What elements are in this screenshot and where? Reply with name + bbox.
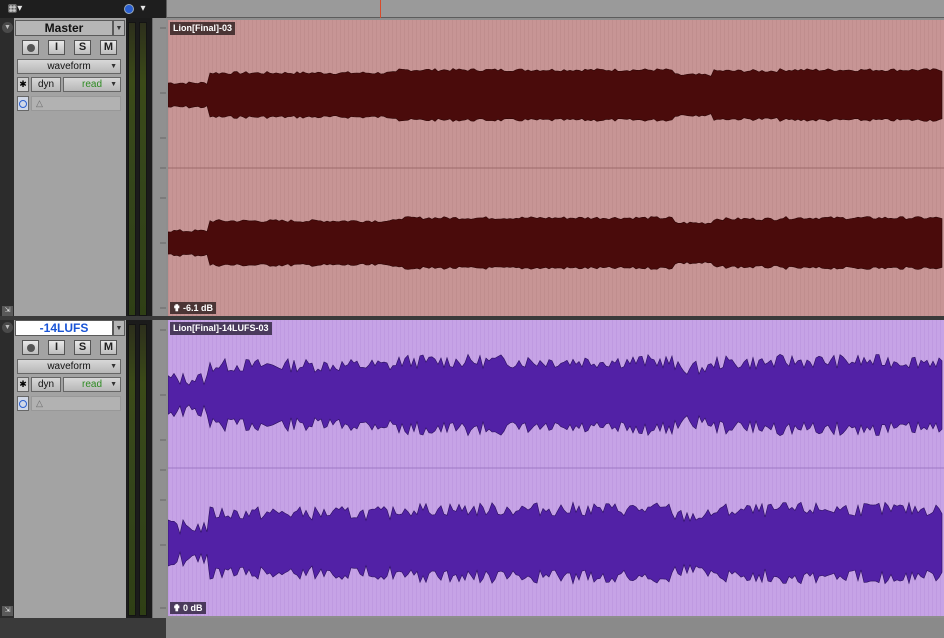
track-edge bbox=[0, 18, 14, 318]
playhead-marker[interactable] bbox=[380, 0, 381, 18]
track-view-label: waveform bbox=[47, 61, 91, 72]
track-options-icon[interactable]: ▼ bbox=[2, 322, 13, 333]
track-edge bbox=[0, 320, 14, 618]
record-icon bbox=[26, 44, 35, 52]
elastic-audio-icon[interactable]: ✱ bbox=[17, 77, 29, 92]
clip-name-label: Lion[Final]-14LUFS-03 bbox=[170, 322, 272, 335]
clip-gain-value: -6.1 dB bbox=[183, 303, 214, 313]
track-view-selector[interactable]: waveform ▼ bbox=[17, 59, 121, 74]
grid-view-icon[interactable]: ▦▾ bbox=[2, 1, 28, 17]
input-monitor-button[interactable]: I bbox=[48, 340, 65, 355]
clip-name-label: Lion[Final]-03 bbox=[170, 22, 235, 35]
clip-gain-value: 0 dB bbox=[183, 603, 203, 613]
chevron-down-icon[interactable]: ▾ bbox=[136, 1, 150, 17]
chevron-down-icon: ▼ bbox=[110, 381, 117, 388]
track-name-dropdown[interactable]: ▼ bbox=[113, 320, 125, 336]
track-view-selector[interactable]: waveform ▼ bbox=[17, 359, 121, 374]
elastic-audio-icon[interactable]: ✱ bbox=[17, 377, 29, 392]
automation-mode-label: read bbox=[81, 79, 102, 90]
waveform-lufs bbox=[168, 320, 944, 616]
comments-field[interactable]: △ bbox=[31, 396, 121, 411]
solo-button[interactable]: S bbox=[74, 40, 91, 55]
automation-mode-selector[interactable]: read ▼ bbox=[63, 77, 121, 92]
automation-mode-label: read bbox=[81, 379, 102, 390]
record-arm-button[interactable] bbox=[22, 340, 39, 355]
chevron-down-icon: ▼ bbox=[110, 81, 117, 88]
audio-clip-lufs[interactable] bbox=[168, 320, 944, 616]
level-meter-left bbox=[128, 22, 136, 316]
track-name-field[interactable]: Master bbox=[15, 20, 113, 36]
record-icon bbox=[26, 344, 35, 352]
level-meter-right bbox=[139, 324, 147, 616]
playlist-icon[interactable] bbox=[17, 96, 29, 111]
waveform-channel bbox=[168, 216, 943, 270]
record-arm-button[interactable] bbox=[22, 40, 39, 55]
track-name-field[interactable]: -14LUFS bbox=[15, 320, 113, 336]
bottom-left-area bbox=[0, 618, 166, 638]
automation-mode-selector[interactable]: read ▼ bbox=[63, 377, 121, 392]
dyn-button[interactable]: dyn bbox=[31, 77, 61, 92]
level-meter-left bbox=[128, 324, 136, 616]
input-monitor-button[interactable]: I bbox=[48, 40, 65, 55]
mute-button[interactable]: M bbox=[100, 340, 117, 355]
dyn-button[interactable]: dyn bbox=[31, 377, 61, 392]
track-resize-icon[interactable]: ⇲ bbox=[2, 306, 13, 316]
track-view-label: waveform bbox=[47, 361, 91, 372]
track-resize-icon[interactable]: ⇲ bbox=[2, 606, 13, 616]
clip-gain-label[interactable]: ✟ 0 dB bbox=[170, 602, 206, 614]
comments-field[interactable]: △ bbox=[31, 96, 121, 111]
track-name-dropdown[interactable]: ▼ bbox=[113, 20, 125, 36]
chevron-down-icon: ▼ bbox=[110, 63, 117, 70]
scale-ticks bbox=[160, 27, 166, 309]
level-meter-right bbox=[139, 22, 147, 316]
solo-button[interactable]: S bbox=[74, 340, 91, 355]
waveform-channel bbox=[168, 68, 943, 122]
audio-clip-master[interactable] bbox=[168, 20, 944, 316]
clip-gain-label[interactable]: ✟ -6.1 dB bbox=[170, 302, 217, 314]
waveform-master bbox=[168, 20, 944, 316]
chevron-down-icon: ▼ bbox=[110, 363, 117, 370]
playlist-icon[interactable] bbox=[17, 396, 29, 411]
clock-icon[interactable] bbox=[124, 4, 134, 14]
scale-ticks bbox=[160, 329, 166, 609]
track-options-icon[interactable]: ▼ bbox=[2, 22, 13, 33]
mute-button[interactable]: M bbox=[100, 40, 117, 55]
timeline-ruler[interactable] bbox=[166, 0, 944, 18]
